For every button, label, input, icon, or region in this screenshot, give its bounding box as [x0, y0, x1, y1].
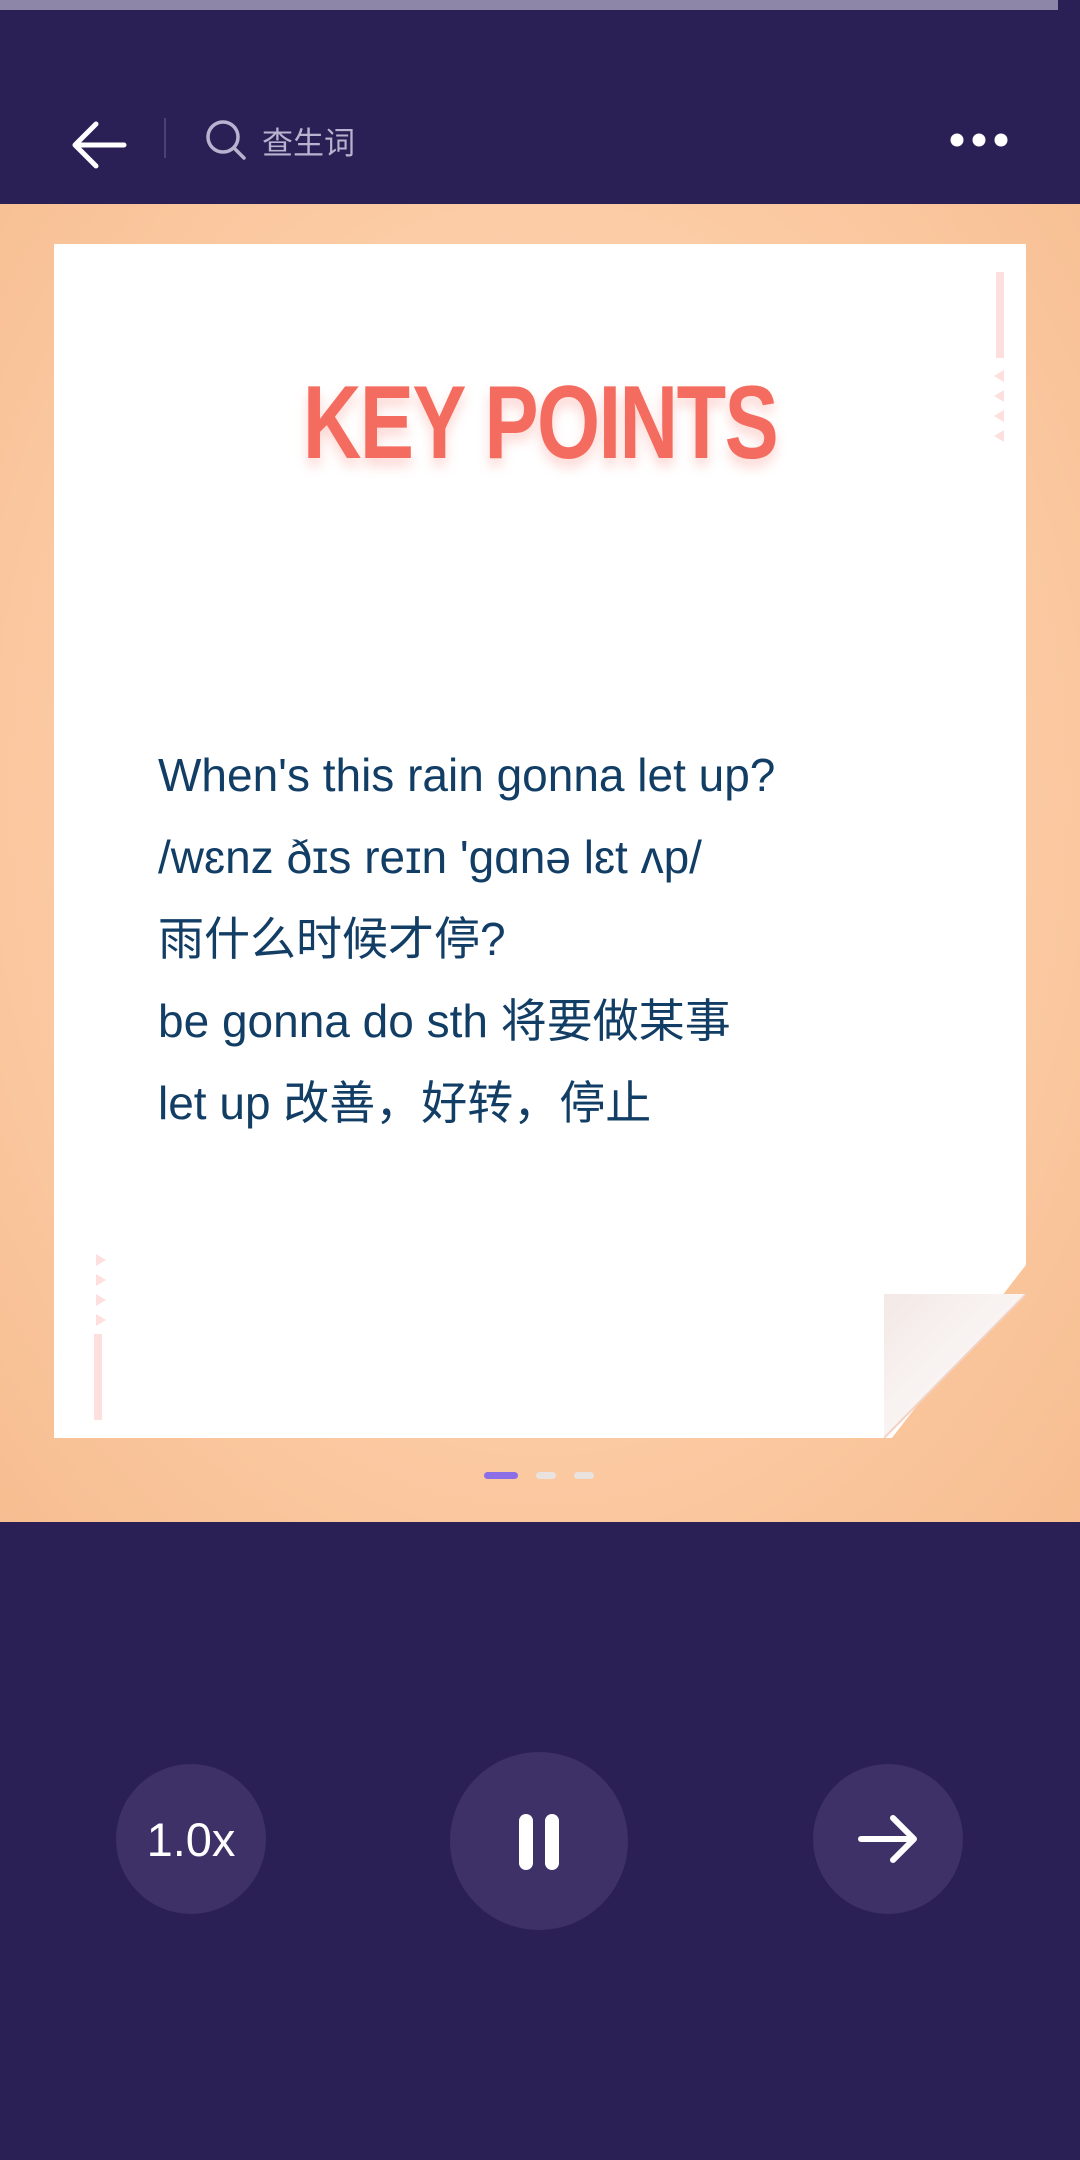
card-line: When's this rain gonna let up?: [158, 749, 776, 801]
lesson-card-area[interactable]: KEY POINTS When's this rain gonna let up…: [0, 204, 1080, 1522]
page-indicator-dot[interactable]: [536, 1472, 556, 1479]
card-text: When's this rain gonna let up? /wɛnz ðɪs…: [158, 734, 998, 1144]
arrow-left-icon: [72, 121, 127, 169]
card-title: KEY POINTS: [302, 365, 779, 481]
card-line: be gonna do sth 将要做某事: [158, 995, 731, 1047]
more-horizontal-icon: [950, 133, 1008, 147]
decorative-triangles: [96, 1254, 106, 1326]
playback-controls: 1.0x: [0, 1752, 1080, 1932]
more-button[interactable]: [944, 120, 1014, 160]
playback-progress-bar: [0, 0, 1080, 10]
card-line: let up 改善，好转，停止: [158, 1077, 652, 1129]
search-input[interactable]: 查生词: [204, 112, 355, 168]
pause-icon: [519, 1814, 559, 1870]
decorative-bar: [94, 1334, 102, 1420]
search-placeholder: 查生词: [262, 125, 355, 161]
next-button[interactable]: [813, 1764, 963, 1914]
card-line: 雨什么时候才停?: [158, 913, 506, 965]
page-curl-corner: [884, 1294, 1026, 1438]
header-divider: [164, 118, 166, 158]
decorative-bar: [996, 272, 1004, 358]
playback-speed-button[interactable]: 1.0x: [116, 1764, 266, 1914]
arrow-right-icon: [858, 1815, 917, 1863]
page-indicator: [484, 1472, 594, 1479]
back-button[interactable]: [66, 110, 136, 180]
page-indicator-dot[interactable]: [484, 1472, 518, 1479]
decorative-triangles: [994, 370, 1004, 442]
card-line: /wɛnz ðɪs reɪn 'gɑnə lɛt ʌp/: [158, 831, 702, 883]
pause-button[interactable]: [450, 1752, 628, 1930]
top-bar: 查生词: [0, 60, 1080, 210]
search-icon: [206, 120, 246, 160]
page-indicator-dot[interactable]: [574, 1472, 594, 1479]
playback-progress-fill: [0, 0, 1059, 10]
